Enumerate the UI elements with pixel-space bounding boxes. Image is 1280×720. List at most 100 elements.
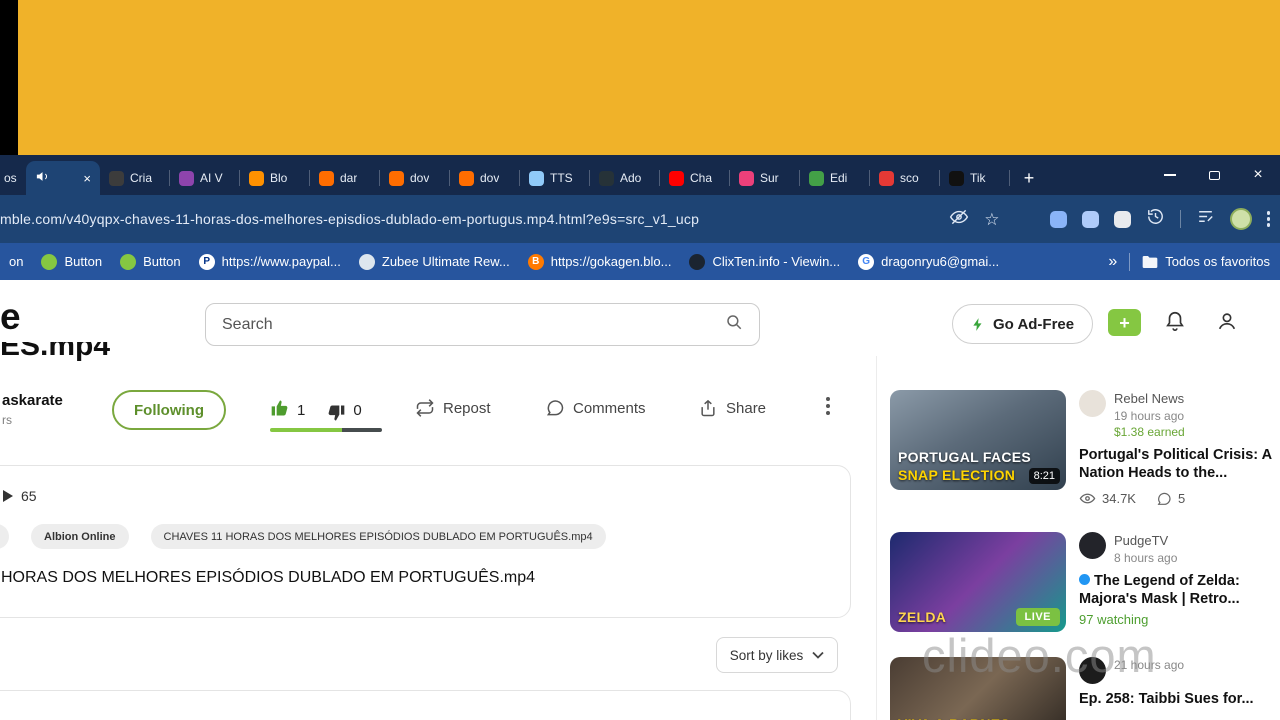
video-title[interactable]: Ep. 258: Taibbi Sues for... [1079,690,1272,708]
thumbnail-text: PORTUGAL FACES [898,449,1032,465]
comments-button[interactable]: Comments [545,398,646,418]
browser-tab[interactable]: Edi [800,161,870,195]
extension-icon-2[interactable] [1081,210,1099,228]
bookmark-item[interactable]: ClixTen.info - Viewin... [680,253,849,270]
rumble-logo-fragment[interactable]: e [0,296,21,338]
video-banner-yellow [18,0,1280,155]
bookmark-star-icon[interactable]: ☆ [984,211,999,228]
profile-icon[interactable] [1216,310,1238,337]
tab-favicon [669,170,684,186]
window-close-button[interactable]: × [1236,155,1280,195]
tab-favicon [949,170,964,186]
browser-tab[interactable]: Blo [240,161,310,195]
chevron-down-icon [812,651,824,659]
sort-by-dropdown[interactable]: Sort by likes [716,637,838,673]
window-minimize-button[interactable] [1148,155,1192,195]
repost-button[interactable]: Repost [415,398,491,418]
tab-favicon [179,170,194,186]
bookmarks-right: » Todos os favoritos [1108,252,1280,271]
views-row: 65 [3,488,37,504]
search-box[interactable] [205,303,760,346]
tag-pill[interactable]: CHAVES 11 HORAS DOS MELHORES EPISÓDIOS D… [150,524,606,549]
video-thumbnail[interactable]: ZELDA LIVE [890,532,1066,633]
tab-close-icon[interactable]: × [83,172,91,185]
extension-icon-1[interactable] [1049,210,1067,228]
bookmark-favicon [120,253,137,270]
audio-speaker-icon[interactable] [35,169,50,187]
browser-menu-kebab-icon[interactable] [1266,209,1270,230]
related-video-item[interactable]: ZELDA LIVE PudgeTV 8 hours ago The Legen… [890,532,1272,633]
window-restore-button[interactable] [1192,155,1236,195]
upload-button[interactable]: + [1108,309,1141,336]
comments-label: Comments [573,399,646,417]
browser-tab[interactable]: Sur [730,161,800,195]
go-ad-free-button[interactable]: Go Ad-Free [952,304,1094,344]
share-button[interactable]: Share [698,398,766,418]
all-bookmarks-label: Todos os favoritos [1165,254,1270,269]
tab-favicon [739,170,754,186]
bookmark-item[interactable]: Zubee Ultimate Rew... [350,253,519,270]
more-options-kebab-icon[interactable] [826,394,830,418]
browser-tab[interactable]: Tik [940,161,1010,195]
browser-tab-partial[interactable]: os [0,161,26,195]
new-tab-button[interactable]: + [1016,165,1042,191]
tag-fragment[interactable] [0,524,9,549]
browser-tab[interactable]: Cha [660,161,730,195]
browser-tab[interactable]: dar [310,161,380,195]
history-icon[interactable] [1146,207,1165,231]
share-label: Share [726,399,767,417]
bookmark-favicon: P [198,253,215,270]
lightning-bolt-icon [973,317,982,331]
views-count: 65 [21,488,37,504]
browser-tab[interactable]: AI V [170,161,240,195]
browser-tab[interactable]: dov [450,161,520,195]
like-ratio-bar [270,428,382,432]
upload-time: 8 hours ago [1114,550,1178,565]
browser-tab[interactable]: Ado [590,161,660,195]
browser-tab[interactable]: Cria [100,161,170,195]
channel-name[interactable]: PudgeTV [1114,532,1177,550]
tag-pill[interactable]: Albion Online [31,524,129,549]
search-input[interactable] [222,315,725,334]
tab-favicon [529,170,544,186]
channel-avatar[interactable] [1079,532,1106,560]
related-video-item[interactable]: PORTUGAL FACES SNAP ELECTION 8:21 Rebel … [890,390,1272,507]
toolbar-icons: ☆ [949,207,1280,232]
bookmark-item[interactable]: on [0,254,32,269]
reading-list-icon[interactable] [1196,207,1215,231]
eye-off-icon[interactable] [949,207,969,232]
video-thumbnail[interactable]: PORTUGAL FACES SNAP ELECTION 8:21 [890,390,1066,490]
video-title[interactable]: Portugal's Political Crisis: A Nation He… [1079,446,1272,482]
bookmark-item[interactable]: B https://gokagen.blo... [519,253,681,270]
earned-amount: $1.38 earned [1114,424,1185,439]
tab-favicon [249,170,264,186]
notifications-bell-icon[interactable] [1164,310,1186,337]
address-bar[interactable]: mble.com/v40yqpx-chaves-11-horas-dos-mel… [0,211,949,227]
clideo-watermark: clideo.com [922,629,1157,682]
video-title[interactable]: The Legend of Zelda: Majora's Mask | Ret… [1079,572,1272,608]
bookmark-item[interactable]: Button [111,253,190,270]
sort-by-label: Sort by likes [729,647,804,663]
browser-tab[interactable]: TTS [520,161,590,195]
extension-icon-3[interactable] [1113,210,1131,228]
bookmark-item[interactable]: G dragonryu6@gmai... [849,253,1008,270]
thumbs-down-icon[interactable] [326,398,346,423]
bookmarks-bar: on Button Button P https://www.paypal...… [0,243,1280,280]
go-ad-free-label: Go Ad-Free [993,315,1075,333]
thumbs-up-icon[interactable] [270,398,290,423]
browser-tab[interactable]: sco [870,161,940,195]
browser-tab-active-audio[interactable]: × [26,161,100,195]
profile-avatar[interactable] [1229,208,1252,230]
bookmark-item[interactable]: P https://www.paypal... [190,253,350,270]
channel-name[interactable]: Rebel News [1114,390,1185,408]
channel-name-fragment[interactable]: askarate [2,392,63,409]
bookmarks-overflow-icon[interactable]: » [1108,253,1117,271]
all-bookmarks-folder[interactable]: Todos os favoritos [1142,254,1270,269]
following-button[interactable]: Following [112,390,226,430]
search-icon[interactable] [725,313,743,336]
bookmark-item[interactable]: Button [32,253,111,270]
bookmark-label: Zubee Ultimate Rew... [381,254,510,269]
bookmark-label: dragonryu6@gmai... [881,254,1000,269]
channel-avatar[interactable] [1079,390,1106,417]
browser-tab[interactable]: dov [380,161,450,195]
